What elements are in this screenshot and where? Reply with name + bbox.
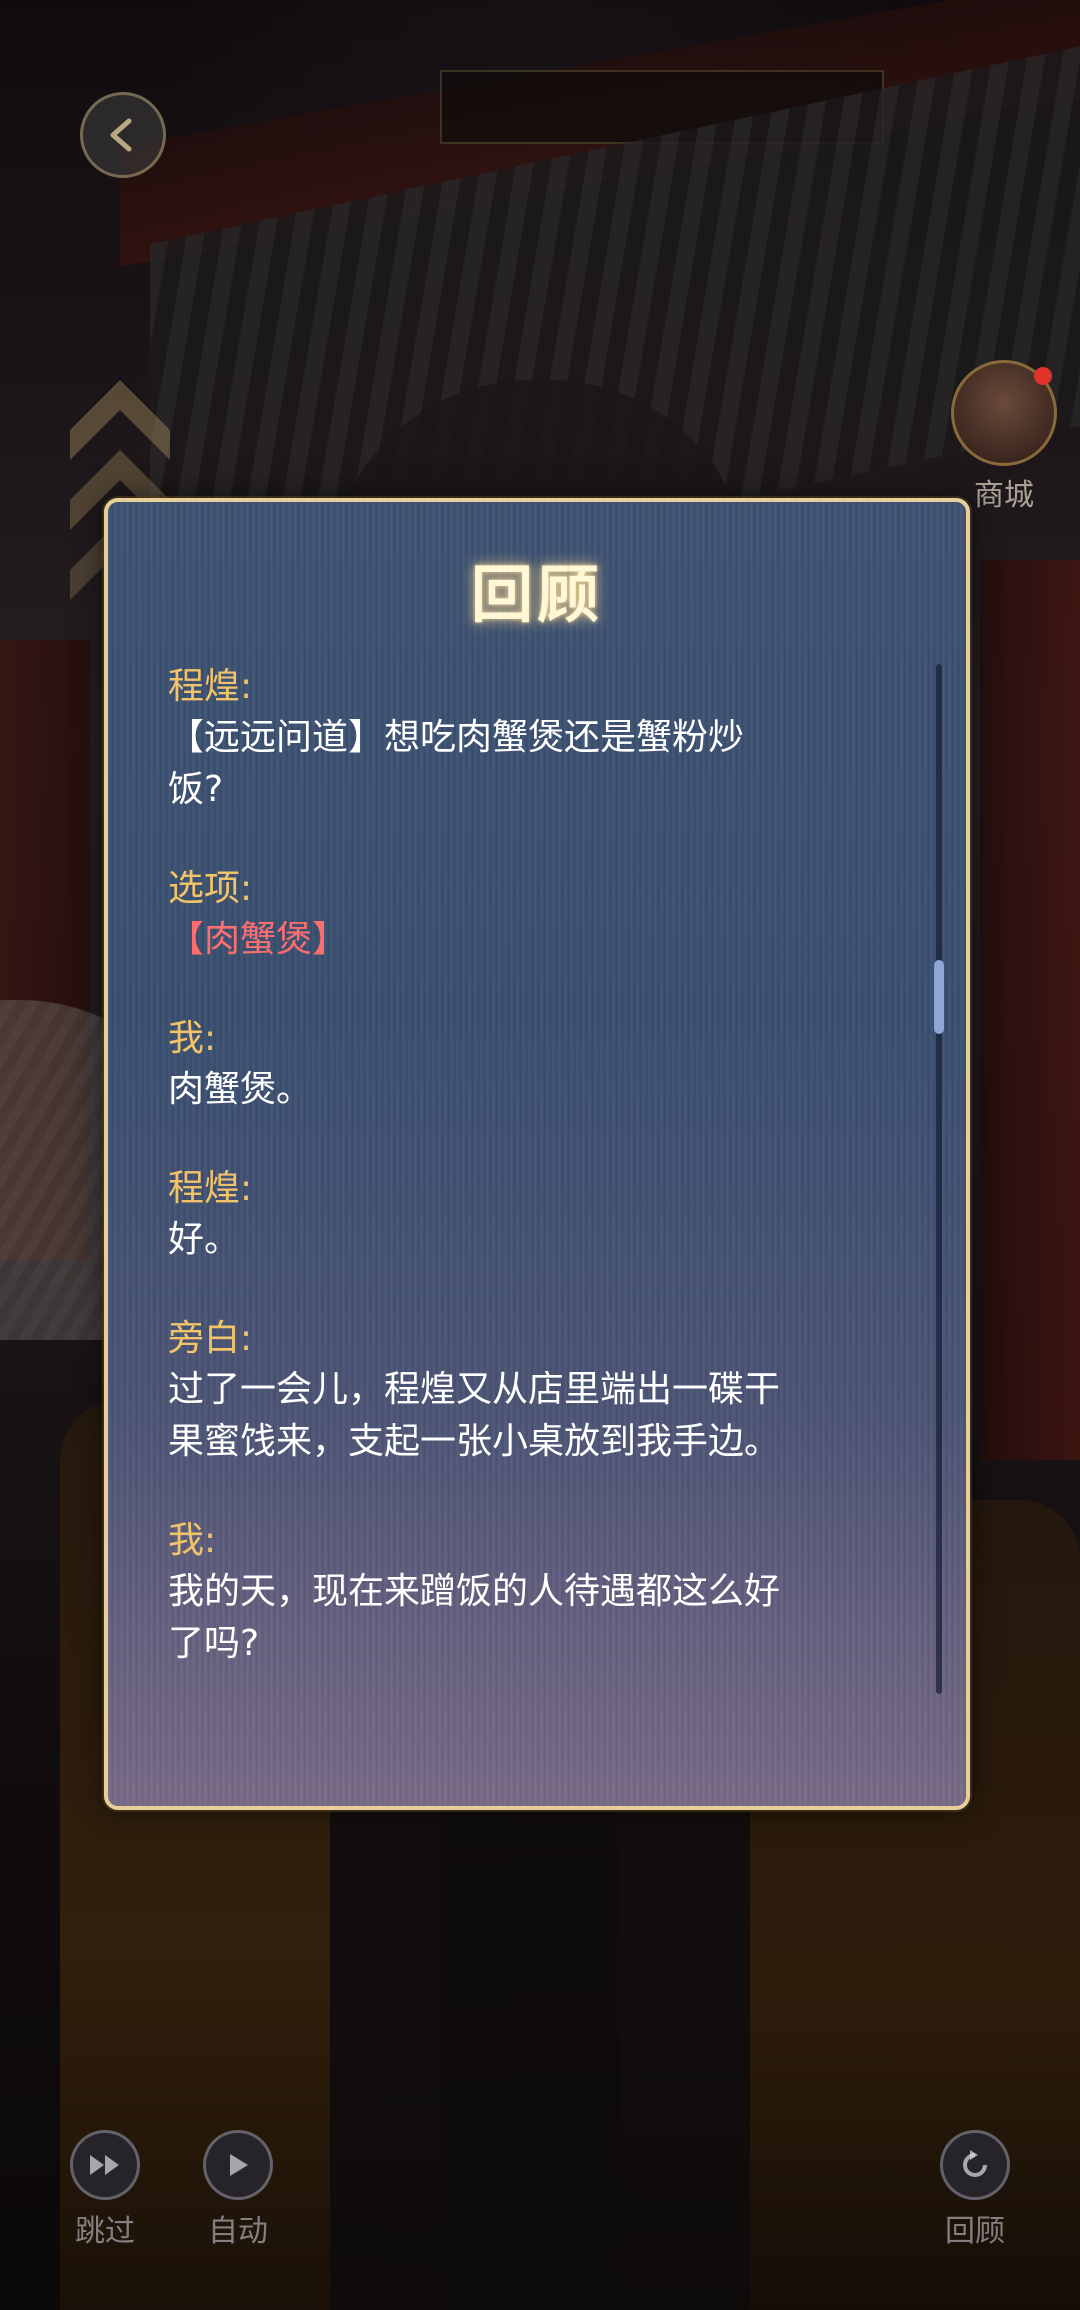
speaker-name: 我: [168, 1018, 217, 1059]
speaker-name: 我: [168, 1520, 217, 1561]
log-entry: 程煌: 【远远问道】想吃肉蟹煲还是蟹粉炒 饭? [168, 662, 868, 816]
dialogue-log[interactable]: 程煌: 【远远问道】想吃肉蟹煲还是蟹粉炒 饭? 选项: 【肉蟹煲】 我: 肉蟹煲… [168, 662, 868, 1692]
speaker-name: 选项: [168, 868, 253, 909]
dialogue-line: 好。 [168, 1219, 241, 1260]
dialogue-line: 了吗? [168, 1623, 260, 1664]
selected-choice: 【肉蟹煲】 [168, 919, 349, 960]
log-entry: 程煌: 好。 [168, 1164, 868, 1266]
shop-avatar-icon [951, 360, 1057, 466]
scrollbar-thumb[interactable] [934, 960, 944, 1034]
log-entry: 旁白: 过了一会儿，程煌又从店里端出一碟干 果蜜饯来，支起一张小桌放到我手边。 [168, 1314, 868, 1468]
dialogue-line: 【远远问道】想吃肉蟹煲还是蟹粉炒 [168, 717, 745, 758]
back-arrow-icon [110, 118, 132, 152]
skip-button[interactable]: 跳过 [50, 2130, 160, 2250]
dialogue-line: 过了一会儿，程煌又从店里端出一碟干 [168, 1369, 781, 1410]
speaker-name: 程煌: [168, 666, 253, 707]
review-icon [940, 2130, 1010, 2200]
skip-label: 跳过 [75, 2214, 135, 2249]
back-button[interactable] [80, 92, 166, 178]
auto-button[interactable]: 自动 [183, 2130, 293, 2250]
dialogue-line: 我的天，现在来蹭饭的人待遇都这么好 [168, 1571, 781, 1612]
speaker-name: 旁白: [168, 1318, 253, 1359]
review-button[interactable]: 回顾 [920, 2130, 1030, 2250]
dialogue-line: 肉蟹煲。 [168, 1069, 313, 1110]
auto-label: 自动 [208, 2214, 268, 2249]
log-entry: 选项: 【肉蟹煲】 [168, 864, 868, 966]
scrollbar-track[interactable] [936, 664, 942, 1694]
notification-dot [1034, 367, 1052, 385]
review-panel: 回顾 程煌: 【远远问道】想吃肉蟹煲还是蟹粉炒 饭? 选项: 【肉蟹煲】 我: … [104, 498, 970, 1810]
speaker-name: 程煌: [168, 1168, 253, 1209]
review-label: 回顾 [945, 2214, 1005, 2249]
panel-title: 回顾 [470, 558, 603, 631]
dialogue-line: 饭? [168, 769, 224, 810]
dialogue-line: 果蜜饯来，支起一张小桌放到我手边。 [168, 1421, 781, 1462]
fast-forward-icon [70, 2130, 140, 2200]
log-entry: 我: 我的天，现在来蹭饭的人待遇都这么好 了吗? [168, 1516, 868, 1670]
log-entry: 我: 肉蟹煲。 [168, 1014, 868, 1116]
shop-button[interactable]: 商城 [944, 360, 1064, 513]
play-icon [203, 2130, 273, 2200]
